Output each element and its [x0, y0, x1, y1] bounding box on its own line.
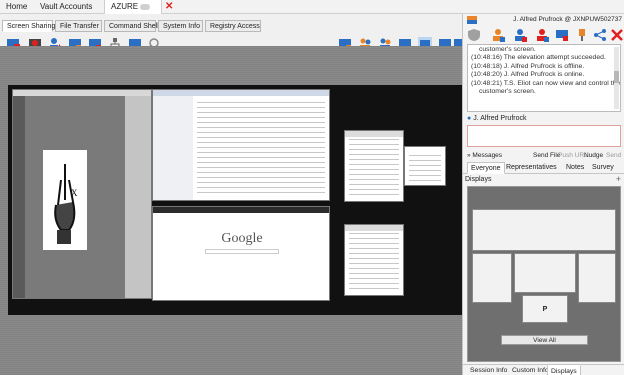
- chat-input[interactable]: [467, 125, 621, 147]
- message-bar: » Messages Send File Push URL Nudge Send: [463, 150, 624, 162]
- tab-representatives[interactable]: Representatives: [503, 162, 560, 174]
- primary-display-label: P: [542, 306, 548, 313]
- google-logo: Google: [221, 231, 263, 246]
- search-box: [205, 249, 279, 254]
- tab-session-info[interactable]: Session Info: [467, 365, 510, 375]
- chat-log: customer's screen. (10:48:16) The elevat…: [467, 44, 621, 112]
- chat-line: (10:48:16) The elevation attempt succeed…: [471, 54, 606, 62]
- display-right[interactable]: [578, 253, 616, 303]
- display-left[interactable]: [472, 253, 512, 303]
- browser-window: Google: [152, 206, 330, 301]
- display-top[interactable]: [472, 209, 616, 251]
- display-primary[interactable]: P: [522, 295, 568, 323]
- tab-custom-info[interactable]: Custom Info: [509, 365, 552, 375]
- tab-command-shell[interactable]: Command Shell: [104, 20, 159, 32]
- remove-user-icon[interactable]: [535, 28, 549, 42]
- view-all-button[interactable]: View All: [501, 335, 588, 345]
- tab-registry-access[interactable]: Registry Access: [205, 20, 261, 32]
- chat-line: (10:48:18) J. Alfred Prufrock is offline…: [471, 62, 585, 70]
- right-panel: J. Alfred Prufrock @ JXNPUW502737 custom…: [462, 14, 624, 375]
- tab-vault-accounts[interactable]: Vault Accounts: [34, 0, 98, 14]
- chat-line: customer's screen.: [479, 46, 536, 53]
- group-tabs: Everyone Representatives Notes Survey: [463, 162, 624, 174]
- nudge-button[interactable]: Nudge: [584, 150, 603, 162]
- tab-survey[interactable]: Survey: [589, 162, 617, 174]
- explorer-window-2: [344, 224, 404, 296]
- chat-line: customer's screen.: [479, 88, 536, 96]
- pin-icon[interactable]: [575, 28, 589, 42]
- chat-participant-name: J. Alfred Prufrock: [473, 115, 527, 122]
- tab-azure[interactable]: AZURE: [104, 0, 162, 14]
- tab-system-info[interactable]: System Info: [158, 20, 203, 32]
- monitor-red-icon[interactable]: [555, 28, 569, 42]
- messages-toggle[interactable]: » Messages: [467, 150, 502, 162]
- displays-panel: P View All: [467, 186, 621, 362]
- chat-scroll-thumb[interactable]: [614, 71, 619, 83]
- tab-screen-sharing[interactable]: Screen Sharing: [2, 20, 55, 32]
- tab-file-transfer[interactable]: File Transfer: [55, 20, 102, 32]
- explorer-window-1: [344, 130, 404, 202]
- tab-home[interactable]: Home: [0, 0, 33, 14]
- displays-title: Displays: [465, 176, 492, 183]
- add-display-button[interactable]: +: [616, 174, 621, 184]
- tab-everyone[interactable]: Everyone: [467, 162, 505, 174]
- transfer-user-icon[interactable]: [491, 28, 505, 42]
- invite-user-icon[interactable]: [513, 28, 527, 42]
- image-editor-window: X: [12, 89, 152, 299]
- tab-notes[interactable]: Notes: [563, 162, 587, 174]
- chat-line: (10:48:21) T.S. Eliot can now view and c…: [471, 79, 621, 87]
- send-button[interactable]: Send: [606, 150, 621, 162]
- share-icon[interactable]: [593, 28, 607, 42]
- session-status-icon: [140, 3, 151, 10]
- hand-sign-icon: X: [54, 164, 78, 244]
- chat-participant: ● J. Alfred Prufrock: [467, 115, 526, 122]
- document-window: [152, 89, 330, 201]
- svg-text:X: X: [71, 188, 78, 198]
- user-icon: ●: [467, 115, 472, 122]
- display-center[interactable]: [514, 253, 576, 293]
- session-area: Screen Sharing File Transfer Command She…: [0, 14, 464, 375]
- tab-displays[interactable]: Displays: [547, 365, 581, 375]
- close-icon: ✕: [165, 1, 174, 12]
- chat-line: (10:48:20) J. Alfred Prufrock is online.: [471, 71, 585, 79]
- top-tab-strip: Home Vault Accounts AZURE ✕: [0, 0, 624, 14]
- small-window: [404, 146, 446, 186]
- tab-azure-label: AZURE: [111, 2, 139, 11]
- remote-screen[interactable]: X Google: [0, 46, 462, 375]
- shield-icon[interactable]: [467, 28, 481, 42]
- session-user-label: J. Alfred Prufrock @ JXNPUW502737: [513, 16, 622, 23]
- close-session-button[interactable]: ✕: [162, 0, 176, 14]
- send-file-button[interactable]: Send File: [533, 150, 560, 162]
- hand-drawing-image: X: [43, 150, 87, 250]
- close-icon[interactable]: [610, 28, 624, 42]
- bottom-tabs: Session Info Custom Info Displays: [463, 364, 624, 375]
